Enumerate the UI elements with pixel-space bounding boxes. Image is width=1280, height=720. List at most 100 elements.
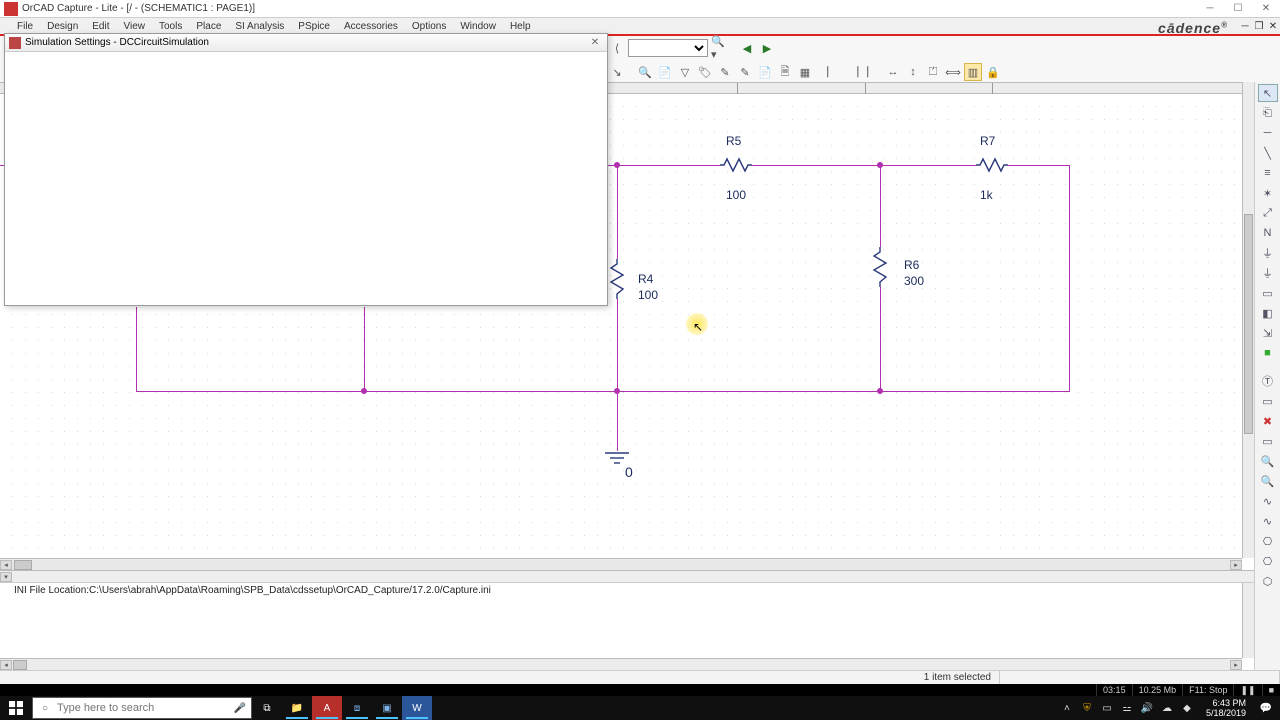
- log-scrollbar-horizontal[interactable]: ◂ ▸: [0, 658, 1242, 670]
- tool-ground-icon[interactable]: ⏚: [1258, 264, 1278, 282]
- toolbar-select[interactable]: [628, 39, 708, 57]
- taskbar-app-word[interactable]: W: [402, 696, 432, 720]
- scroll-right-button[interactable]: ▸: [1230, 660, 1242, 670]
- canvas-scrollbar-horizontal[interactable]: ◂ ▸: [0, 558, 1242, 570]
- toolbar-new-icon[interactable]: 🗎: [776, 63, 794, 81]
- toolbar-tag-icon[interactable]: 🏷: [696, 63, 714, 81]
- tool-s4-icon[interactable]: ⎔: [1258, 552, 1278, 570]
- junction[interactable]: [877, 162, 883, 168]
- menu-place[interactable]: Place: [189, 21, 228, 32]
- wire[interactable]: [617, 391, 618, 451]
- toolbar-measure-icon[interactable]: ⟺: [944, 63, 962, 81]
- taskview-icon[interactable]: ⧉: [252, 696, 282, 720]
- toolbar-snap-icon[interactable]: ▥: [964, 63, 982, 81]
- wire[interactable]: [364, 307, 365, 392]
- scroll-left-button[interactable]: ◂: [0, 560, 12, 570]
- scrollbar-thumb[interactable]: [14, 560, 32, 570]
- component-r7[interactable]: [976, 157, 1008, 173]
- tool-junction-icon[interactable]: ✶: [1258, 184, 1278, 202]
- tool-busentry-icon[interactable]: ⤢: [1258, 204, 1278, 222]
- window-minimize-button[interactable]: ─: [1196, 1, 1224, 17]
- start-button[interactable]: [0, 696, 32, 720]
- wire[interactable]: [880, 165, 976, 166]
- tray-wifi-icon[interactable]: ⚍: [1120, 703, 1134, 714]
- taskbar-app-acrobat[interactable]: A: [312, 696, 342, 720]
- simulation-settings-dialog[interactable]: Simulation Settings - DCCircuitSimulatio…: [4, 33, 608, 306]
- tray-volume-icon[interactable]: 🔊: [1140, 703, 1154, 714]
- tool-offpage-icon[interactable]: ⇲: [1258, 324, 1278, 342]
- label-r4-value[interactable]: 100: [638, 288, 658, 302]
- tool-delete-icon[interactable]: ✖: [1258, 412, 1278, 430]
- window-maximize-button[interactable]: ☐: [1224, 1, 1252, 17]
- component-r4[interactable]: [609, 259, 625, 299]
- tool-wire-icon[interactable]: ─: [1258, 124, 1278, 142]
- tool-line-icon[interactable]: ▭: [1258, 392, 1278, 410]
- toolbar-run-prev-icon[interactable]: ◀: [738, 39, 756, 57]
- toolbar-align-l-icon[interactable]: ⎸: [824, 63, 842, 81]
- scroll-right-button[interactable]: ▸: [1230, 560, 1242, 570]
- toolbar-doc-icon[interactable]: 📄: [756, 63, 774, 81]
- tool-rect-icon[interactable]: ▭: [1258, 432, 1278, 450]
- notification-center-icon[interactable]: 💬: [1252, 703, 1280, 714]
- toolbar-chart-icon[interactable]: ⏍: [924, 63, 942, 81]
- toolbar-align-c-icon[interactable]: ⎹: [844, 63, 862, 81]
- taskbar-app-recorder[interactable]: ▣: [372, 696, 402, 720]
- scrollbar-thumb[interactable]: [1244, 214, 1253, 434]
- tray-battery-icon[interactable]: ▭: [1100, 703, 1114, 714]
- tool-select-icon[interactable]: ↖: [1258, 84, 1278, 102]
- tool-text-icon[interactable]: Ⓣ: [1258, 372, 1278, 390]
- wire[interactable]: [880, 287, 881, 392]
- scroll-left-button[interactable]: ◂: [0, 660, 12, 670]
- menu-si-analysis[interactable]: SI Analysis: [228, 21, 291, 32]
- menu-window[interactable]: Window: [453, 21, 503, 32]
- toolbar-dist-h-icon[interactable]: ↔: [884, 63, 902, 81]
- dialog-close-button[interactable]: ✕: [583, 37, 607, 48]
- component-r5[interactable]: [720, 157, 752, 173]
- window-close-button[interactable]: ✕: [1252, 1, 1280, 17]
- search-input[interactable]: [57, 702, 229, 714]
- label-r5-value[interactable]: 100: [726, 188, 746, 202]
- toolbar-grid-icon[interactable]: ▦: [796, 63, 814, 81]
- tool-hier-icon[interactable]: ▭: [1258, 284, 1278, 302]
- dialog-titlebar[interactable]: Simulation Settings - DCCircuitSimulatio…: [5, 34, 607, 52]
- toolbar-find-icon[interactable]: 🔍▾: [710, 39, 728, 57]
- toolbar-edit-icon[interactable]: ✎: [736, 63, 754, 81]
- wire[interactable]: [1069, 165, 1070, 392]
- label-r5-name[interactable]: R5: [726, 134, 741, 148]
- tray-app-icon[interactable]: ◆: [1180, 703, 1194, 714]
- mdi-restore-button[interactable]: ❐: [1252, 21, 1266, 32]
- label-ground[interactable]: 0: [625, 464, 633, 480]
- label-r7-name[interactable]: R7: [980, 134, 995, 148]
- menu-options[interactable]: Options: [405, 21, 453, 32]
- tool-zoom-icon[interactable]: 🔍: [1258, 452, 1278, 470]
- tool-netlabel-icon[interactable]: Ν: [1258, 224, 1278, 242]
- recording-pause-button[interactable]: ❚❚: [1233, 684, 1261, 696]
- menu-pspice[interactable]: PSpice: [291, 21, 337, 32]
- scrollbar-thumb[interactable]: [13, 660, 27, 670]
- tray-onedrive-icon[interactable]: ☁: [1160, 703, 1174, 714]
- menu-edit[interactable]: Edit: [85, 21, 116, 32]
- component-r6[interactable]: [872, 247, 888, 287]
- label-r4-name[interactable]: R4: [638, 272, 653, 286]
- wire[interactable]: [617, 165, 618, 259]
- toolbar-zoomfit-icon[interactable]: 🔍: [636, 63, 654, 81]
- tool-bus-icon[interactable]: ≡: [1258, 164, 1278, 182]
- junction[interactable]: [614, 162, 620, 168]
- menu-file[interactable]: File: [10, 21, 40, 32]
- windows-taskbar[interactable]: ○ 🎤 ⧉ 📁 A ⧈ ▣ W ˄ ⛨ ▭ ⚍ 🔊 ☁ ◆ 6:43 PM 5/…: [0, 696, 1280, 720]
- log-scrollbar-vertical[interactable]: [1242, 583, 1254, 658]
- tool-netname-icon[interactable]: ╲: [1258, 144, 1278, 162]
- toolbar-copy-icon[interactable]: 📄: [656, 63, 674, 81]
- canvas-scrollbar-vertical[interactable]: [1242, 94, 1254, 558]
- toolbar-nav-back[interactable]: ⟨: [608, 39, 626, 57]
- toolbar-marker-icon[interactable]: ✎: [716, 63, 734, 81]
- mic-icon[interactable]: 🎤: [229, 703, 251, 714]
- tool-noconnect-icon[interactable]: ■: [1258, 344, 1278, 362]
- menu-help[interactable]: Help: [503, 21, 538, 32]
- tray-shield-icon[interactable]: ⛨: [1080, 703, 1094, 714]
- wire[interactable]: [136, 307, 137, 392]
- menu-view[interactable]: View: [117, 21, 153, 32]
- wire[interactable]: [752, 165, 880, 166]
- tool-part-icon[interactable]: ⎗: [1258, 104, 1278, 122]
- label-r6-value[interactable]: 300: [904, 274, 924, 288]
